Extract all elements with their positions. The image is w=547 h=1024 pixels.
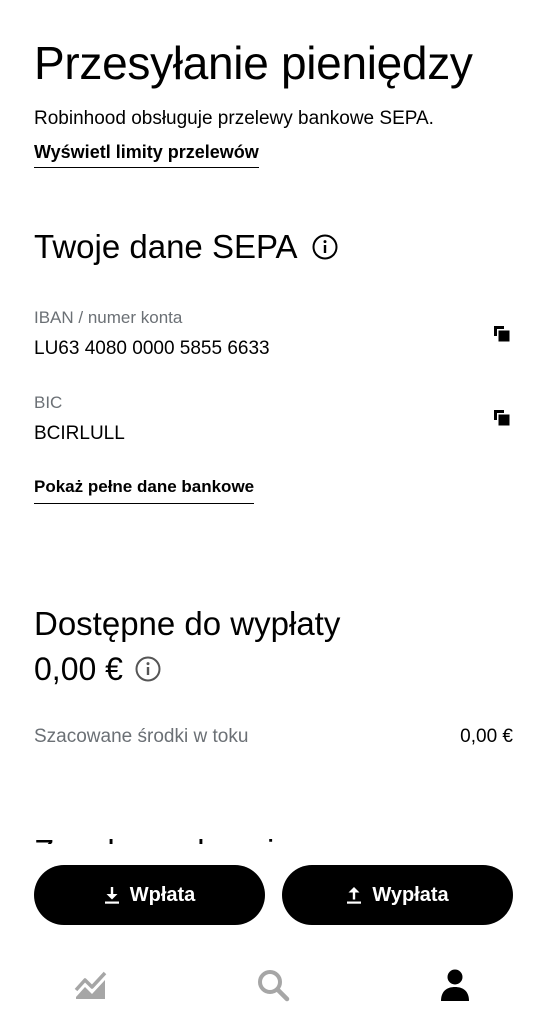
chart-icon bbox=[74, 970, 108, 1005]
deposit-label: Wpłata bbox=[129, 883, 196, 906]
page-title: Przesyłanie pieniędzy bbox=[34, 37, 473, 89]
next-section-heading-text: Zasoby na koncie bbox=[34, 832, 294, 844]
bic-value: BCIRLULL bbox=[34, 423, 125, 444]
available-amount: 0,00 € bbox=[34, 651, 123, 687]
available-title: Dostępne do wypłaty bbox=[34, 605, 341, 642]
withdraw-label: Wypłata bbox=[372, 883, 449, 906]
iban-label: IBAN / numer konta bbox=[34, 308, 183, 327]
upload-arrow-icon bbox=[346, 886, 362, 904]
sepa-section-header: Twoje dane SEPA bbox=[34, 227, 338, 267]
available-amount-row: 0,00 € bbox=[34, 648, 161, 690]
tab-account[interactable] bbox=[435, 967, 475, 1007]
pending-funds-label: Szacowane środki w toku bbox=[34, 726, 249, 747]
info-icon[interactable] bbox=[135, 656, 161, 682]
download-arrow-icon bbox=[104, 886, 120, 904]
bottom-tab-bar bbox=[0, 955, 547, 1024]
show-bank-details-link[interactable]: Pokaż pełne dane bankowe bbox=[34, 476, 255, 504]
view-limits-link[interactable]: Wyświetl limity przelewów bbox=[34, 140, 259, 168]
tab-investing[interactable] bbox=[71, 967, 111, 1007]
next-section-heading: Zasoby na koncie bbox=[34, 828, 294, 844]
copy-bic-icon[interactable] bbox=[492, 408, 512, 428]
pending-funds-value: 0,00 € bbox=[460, 726, 513, 747]
page-subtitle: Robinhood obsługuje przelewy bankowe SEP… bbox=[34, 108, 434, 129]
tab-search[interactable] bbox=[253, 967, 293, 1007]
search-icon bbox=[256, 968, 290, 1007]
iban-value: LU63 4080 0000 5855 6633 bbox=[34, 338, 270, 359]
deposit-button[interactable]: Wpłata bbox=[34, 865, 265, 925]
sepa-title: Twoje dane SEPA bbox=[34, 228, 298, 265]
withdraw-button[interactable]: Wypłata bbox=[282, 865, 513, 925]
info-icon[interactable] bbox=[312, 234, 338, 260]
person-icon bbox=[439, 968, 471, 1007]
copy-iban-icon[interactable] bbox=[492, 324, 512, 344]
bic-label: BIC bbox=[34, 393, 63, 412]
